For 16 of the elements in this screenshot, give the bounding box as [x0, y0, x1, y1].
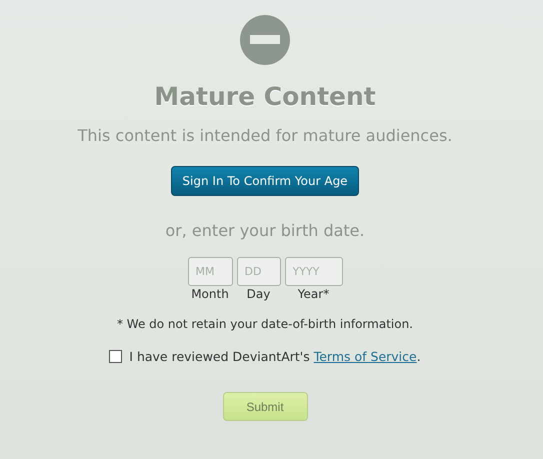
field-label: Month [191, 286, 229, 302]
terms-link[interactable]: Terms of Service [314, 349, 417, 364]
checkbox[interactable] [109, 350, 122, 363]
no-entry-icon [239, 14, 291, 66]
date-field[interactable]: YYYY [284, 257, 342, 286]
page-title: Mature Content [154, 82, 376, 112]
alternative-text: or, enter your birth date. [165, 221, 365, 241]
sign-in-button[interactable]: Sign In To Confirm Your Age [171, 166, 359, 196]
message-text: This content is intended for mature audiences. [78, 126, 452, 146]
field-label: Year* [298, 286, 330, 302]
submit-button[interactable]: Submit [222, 392, 308, 421]
agreement-text: I have reviewed DeviantArt's Terms of Service. [129, 349, 421, 364]
date-field[interactable]: DD [236, 257, 280, 286]
note-text: * We do not retain your date-of-birth information. [116, 317, 413, 331]
field-label: Day [246, 286, 270, 302]
date-field[interactable]: MM [188, 257, 232, 286]
